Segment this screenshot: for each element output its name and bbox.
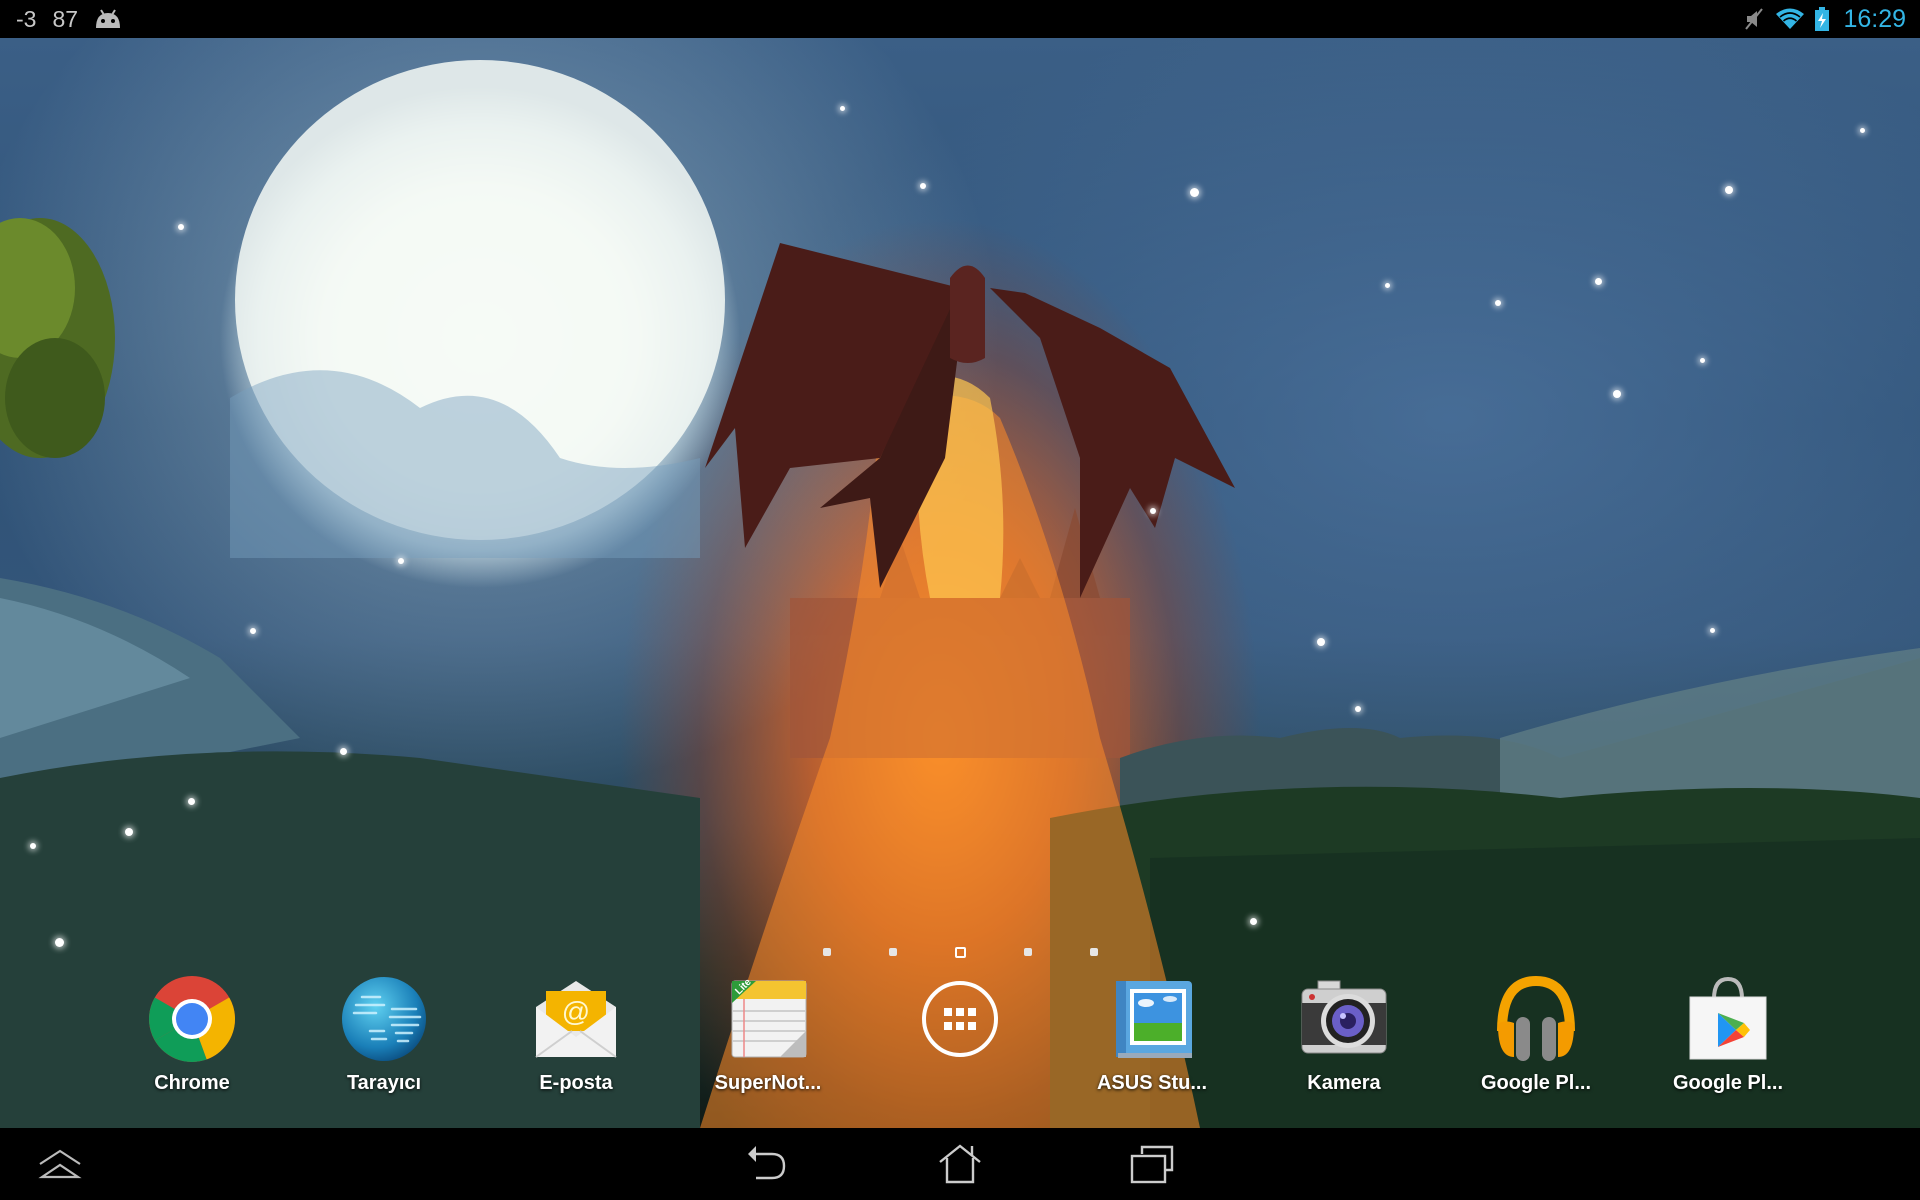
star	[920, 183, 926, 189]
clock[interactable]: 16:29	[1843, 5, 1906, 34]
star	[1710, 628, 1715, 633]
star	[1700, 358, 1705, 363]
page-indicator[interactable]	[0, 947, 1920, 958]
status-right-group: 16:29	[1743, 5, 1906, 34]
star	[840, 106, 845, 111]
star	[1317, 638, 1325, 646]
app-email[interactable]: @ E-posta	[480, 972, 672, 1102]
app-label: ASUS Stu...	[1096, 1072, 1207, 1094]
star	[340, 748, 347, 755]
star	[188, 798, 195, 805]
star	[1190, 188, 1199, 197]
app-label: E-posta	[539, 1072, 613, 1094]
star	[1860, 128, 1865, 133]
star	[178, 224, 184, 230]
dock: Chrome Tarayıcı @ E-posta Lite SuperNot.…	[0, 972, 1920, 1102]
back-arrow-icon	[748, 1146, 786, 1180]
app-label: SuperNot...	[714, 1072, 822, 1094]
notification-count-b: 87	[52, 5, 79, 32]
star	[398, 558, 404, 564]
app-google-play-store[interactable]: Google Pl...	[1632, 972, 1824, 1102]
app-drawer-icon	[913, 972, 1007, 1066]
android-debug-icon	[94, 8, 122, 30]
star	[1613, 390, 1621, 398]
page-dot-4[interactable]	[1023, 948, 1032, 956]
star	[1355, 706, 1361, 712]
chrome-icon	[145, 972, 239, 1066]
star	[1385, 283, 1390, 288]
email-envelope-icon: @	[529, 972, 623, 1066]
app-google-play-music[interactable]: Google Pl...	[1440, 972, 1632, 1102]
page-dot-5[interactable]	[1089, 948, 1098, 956]
camera-icon	[1297, 972, 1391, 1066]
page-dot-1[interactable]	[822, 948, 831, 956]
expand-button[interactable]	[20, 1138, 100, 1190]
notification-count-a: -3	[16, 5, 37, 32]
recent-apps-button[interactable]	[1112, 1138, 1192, 1190]
app-asus-studio[interactable]: ASUS Stu...	[1056, 972, 1248, 1102]
status-bar[interactable]: -3 87 16:29	[0, 0, 1920, 38]
status-left-group: -3 87	[16, 6, 122, 33]
wallpaper-scenery	[0, 60, 1920, 1128]
app-label: Chrome	[154, 1072, 230, 1094]
globe-icon	[337, 972, 431, 1066]
svg-text:@: @	[562, 996, 590, 1027]
star	[125, 828, 133, 836]
app-chrome[interactable]: Chrome	[96, 972, 288, 1102]
photo-album-icon	[1105, 972, 1199, 1066]
battery-charging-icon	[1815, 7, 1830, 31]
app-label: Tarayıcı	[346, 1072, 422, 1094]
page-dot-2[interactable]	[888, 948, 897, 956]
back-button[interactable]	[728, 1138, 808, 1190]
tree	[0, 218, 115, 458]
home-icon	[939, 1144, 981, 1184]
recent-apps-icon	[1130, 1145, 1174, 1184]
mute-icon	[1743, 7, 1765, 31]
app-drawer-button[interactable]	[864, 972, 1056, 1102]
chevron-up-icon	[38, 1149, 82, 1179]
app-label: Google Pl...	[1672, 1072, 1783, 1094]
star	[55, 938, 64, 947]
app-label: Google Pl...	[1480, 1072, 1591, 1094]
live-wallpaper[interactable]	[0, 38, 1920, 1128]
star	[1595, 278, 1602, 285]
app-label: Kamera	[1307, 1072, 1381, 1094]
star	[250, 628, 256, 634]
page-dot-3-current[interactable]	[954, 947, 966, 958]
home-button[interactable]	[920, 1138, 1000, 1190]
app-camera[interactable]: Kamera	[1248, 972, 1440, 1102]
headphones-icon	[1489, 972, 1583, 1066]
star	[30, 843, 36, 849]
notepad-lite-icon: Lite	[721, 972, 815, 1066]
star	[1725, 186, 1733, 194]
star	[1250, 918, 1257, 925]
star	[1150, 508, 1156, 514]
star	[1495, 300, 1501, 306]
app-browser[interactable]: Tarayıcı	[288, 972, 480, 1102]
play-store-bag-icon	[1681, 972, 1775, 1066]
app-supernote[interactable]: Lite SuperNot...	[672, 972, 864, 1102]
wifi-icon	[1775, 7, 1805, 31]
navigation-bar	[0, 1128, 1920, 1200]
